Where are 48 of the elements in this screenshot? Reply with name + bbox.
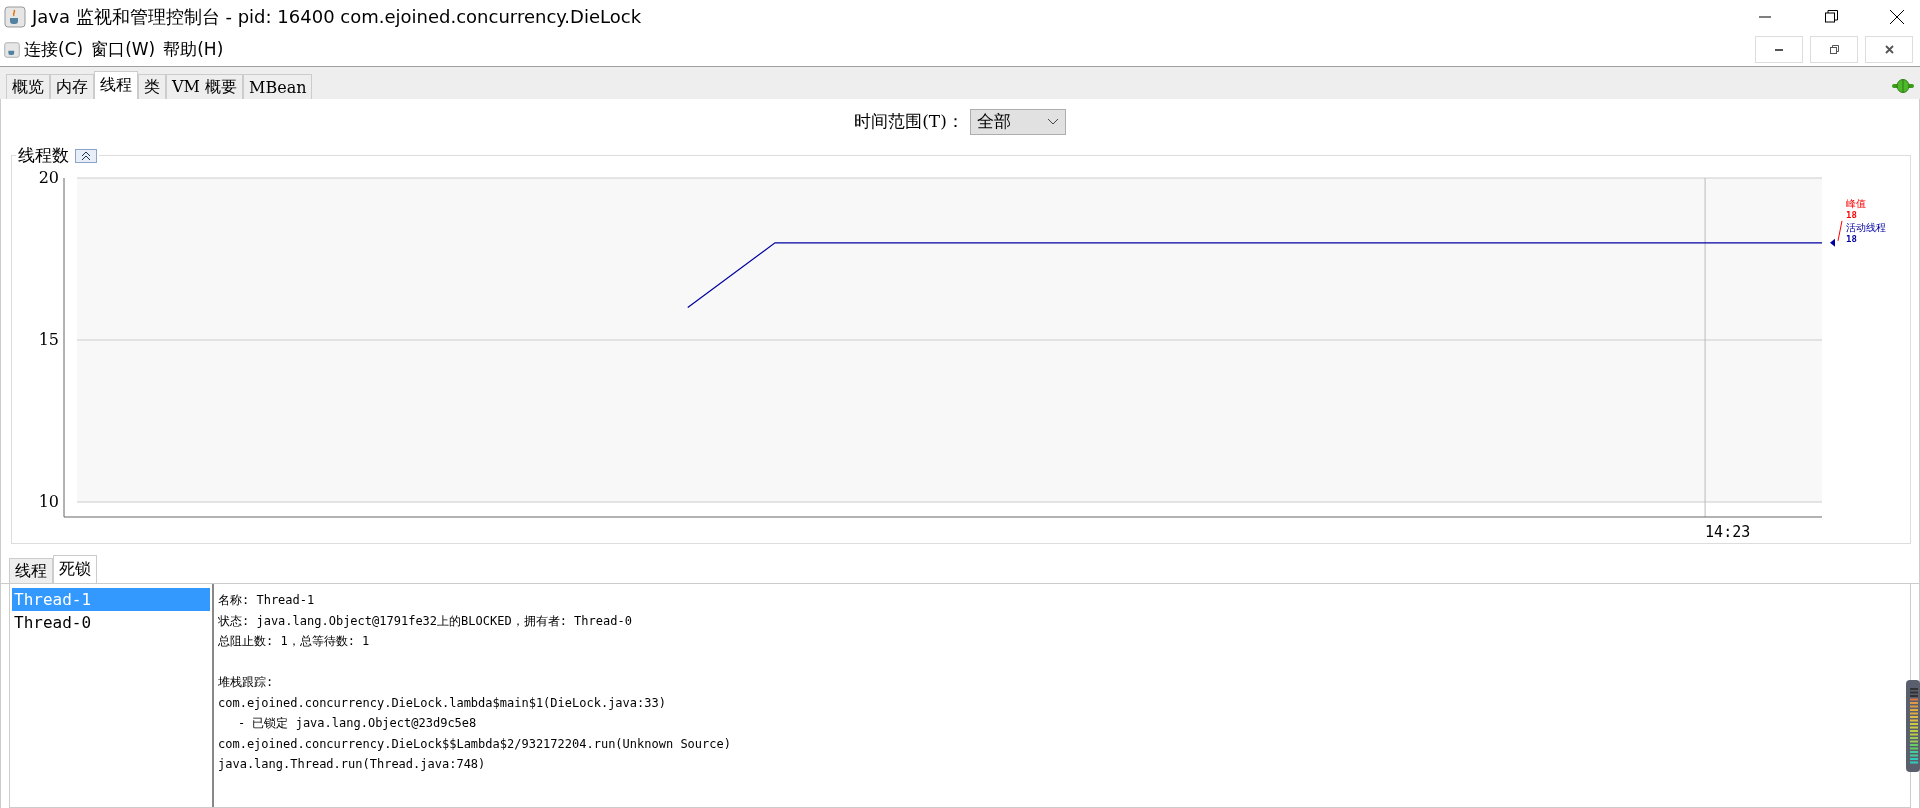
panel-title: 线程数 [18,144,69,167]
tab[interactable]: 线程 [94,71,138,99]
close-icon [1884,45,1894,54]
detail-line: 堆栈跟踪: [218,674,275,691]
y-tick-label: 15 [38,330,59,349]
y-tick-label: 20 [38,168,59,187]
java-cup-icon [4,41,20,58]
legend-value: 18 [1846,234,1857,244]
double-chevron-up-icon [81,151,91,160]
restore-icon [1824,10,1838,23]
peak-label: 峰值 [1846,198,1866,209]
menu-item[interactable]: 帮助(H) [159,38,228,61]
restore-icon [1829,45,1839,54]
y-tick-label: 10 [38,492,59,511]
legend-label: 活动线程 [1846,222,1886,233]
leader-line [1837,220,1843,242]
x-tick-label: 14:23 [1705,523,1751,541]
collapse-button[interactable] [75,148,97,163]
minimize-icon [1775,48,1783,51]
tab[interactable]: 类 [138,74,166,99]
detail-line: java.lang.Thread.run(Thread.java:748) [218,756,487,773]
tab[interactable]: 死锁 [53,555,97,583]
restore-button[interactable] [1810,36,1858,63]
tab[interactable]: 内存 [50,74,94,99]
menu-item[interactable]: 窗口(W) [87,38,160,61]
tab[interactable]: VM 概要 [166,74,244,99]
marker-icon [1830,238,1835,247]
minimize-icon [1759,15,1771,18]
detail-line: com.ejoined.concurrency.DieLock$$Lambda$2/932172204.run(Unknown Source) [218,735,732,753]
tab[interactable]: 线程 [9,558,53,583]
time-range-dropdown[interactable]: 全部 [969,108,1066,135]
java-cup-icon [4,5,26,28]
tab[interactable]: MBean [243,74,313,99]
thread-list-item[interactable]: Thread-0 [12,611,210,634]
detail-line: 状态: java.lang.Object@1791fe32上的BLOCKED，拥有者: Thread-0 [218,612,633,630]
peak-value: 18 [1846,210,1857,220]
detail-line: 名称: Thread-1 [218,592,316,609]
tab[interactable]: 概览 [6,74,50,99]
detail-line: 总阻止数: 1，总等待数: 1 [218,633,371,650]
close-icon [1890,9,1904,24]
menu-item[interactable]: 连接(C) [20,38,88,61]
close-button[interactable] [1865,36,1913,63]
detail-line: - 已锁定 java.lang.Object@23d9c5e8 [237,715,478,732]
window-title: Java 监视和管理控制台 - pid: 16400 com.ejoined.concurrency.DieLock [32,4,643,29]
connection-plug-icon [1892,79,1914,93]
chevron-down-icon [1046,117,1059,126]
time-range-label: 时间范围(T)： [854,110,964,133]
detail-line: com.ejoined.concurrency.DieLock.lambda$main$1(DieLock.java:33) [218,694,667,712]
